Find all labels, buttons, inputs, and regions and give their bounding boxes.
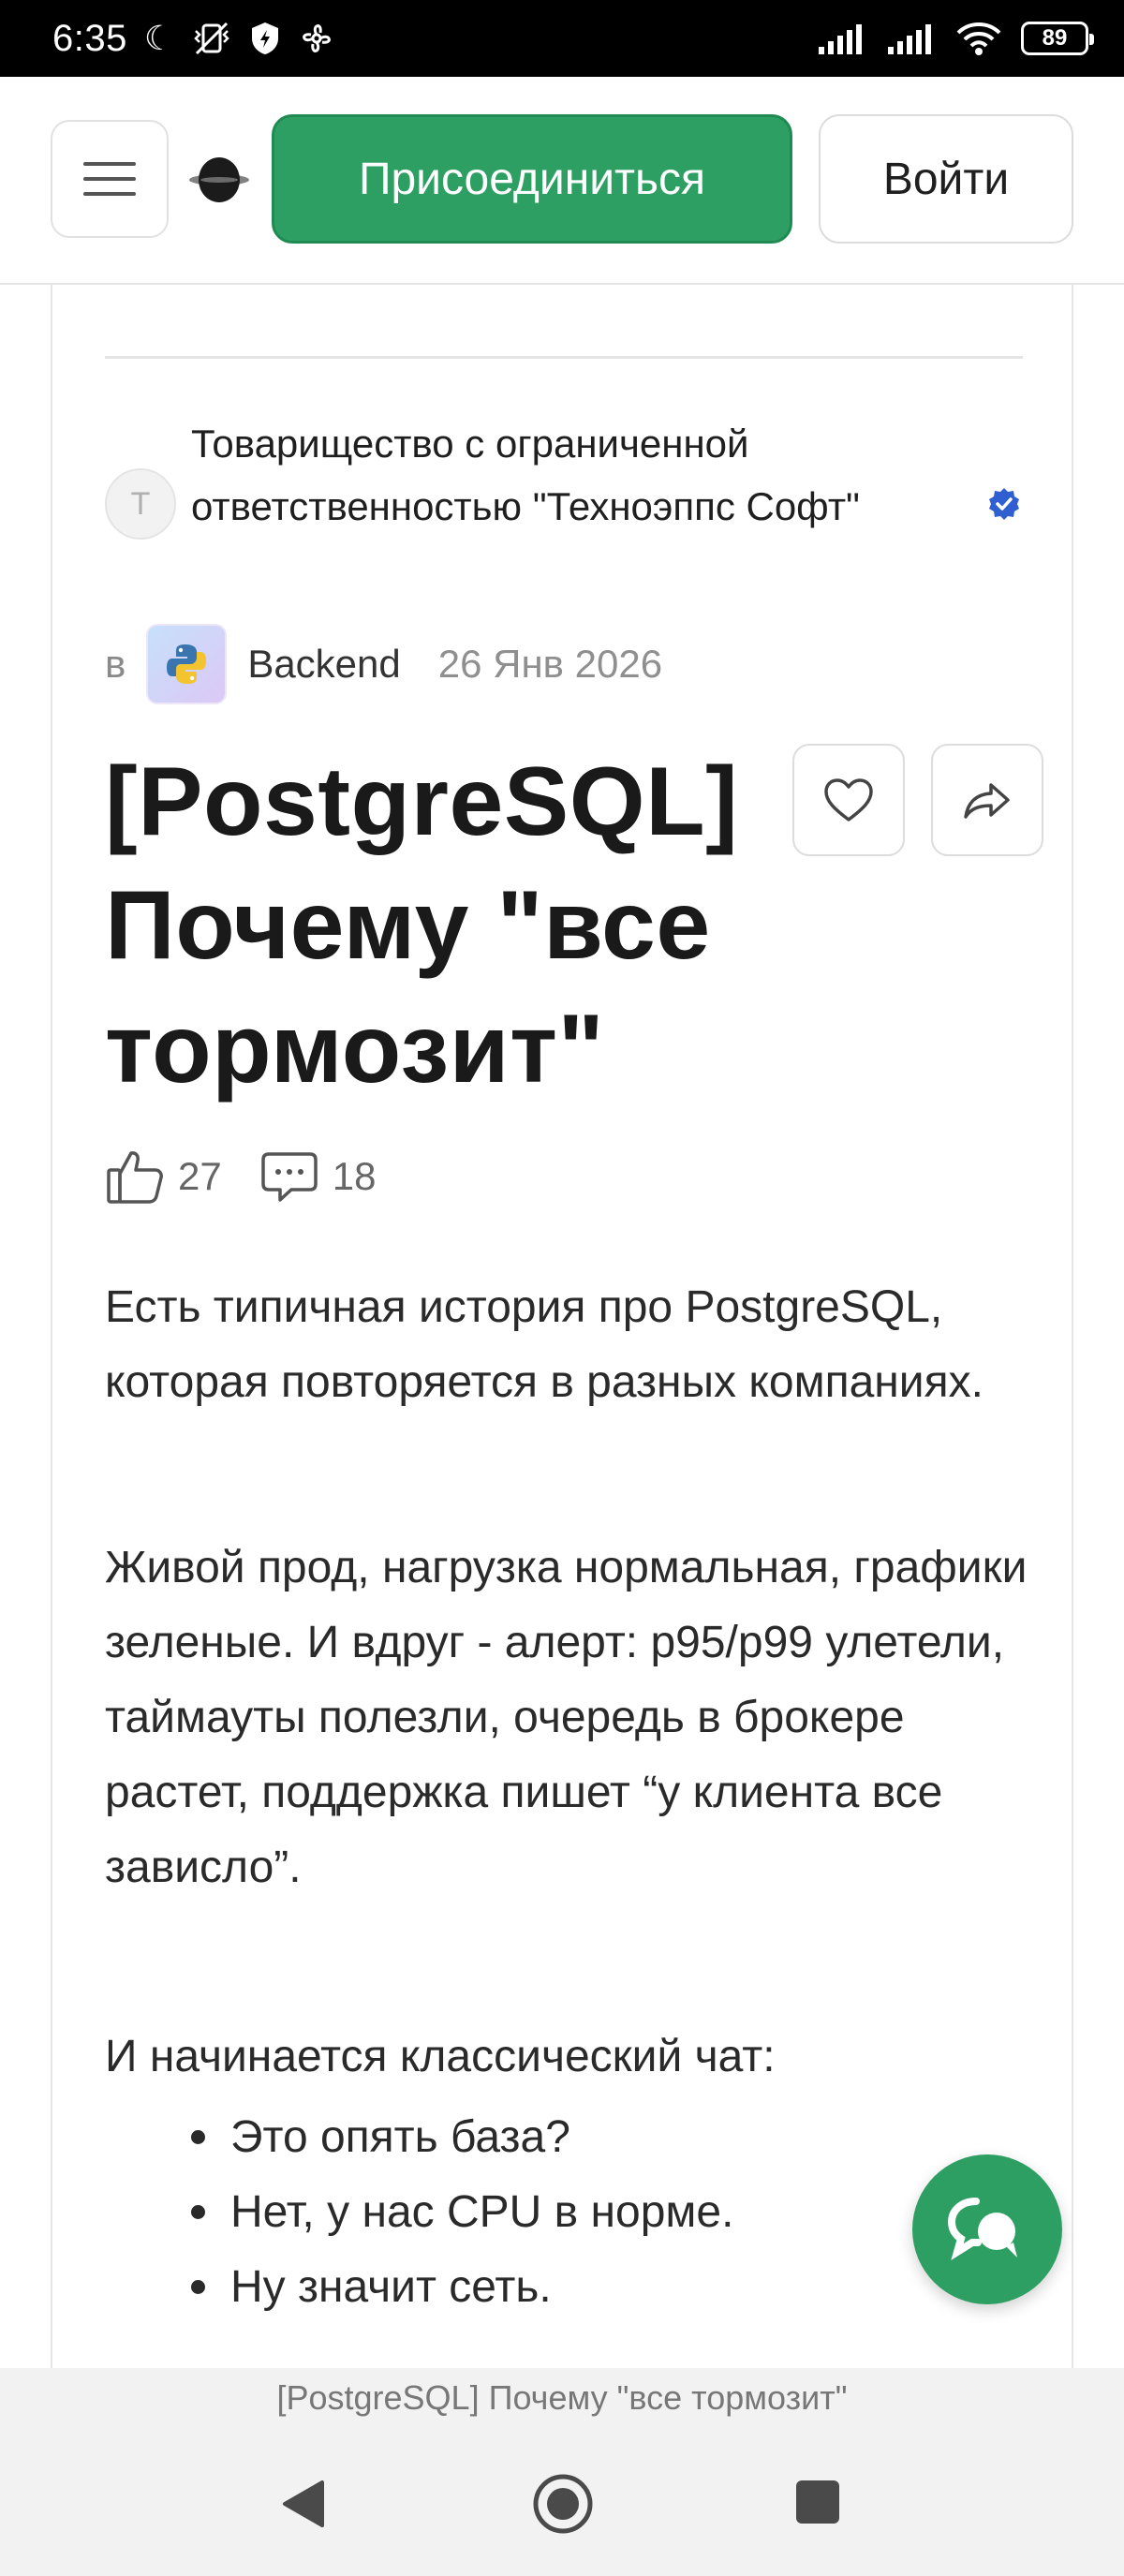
site-header: Присоединиться Войти [0,77,1124,285]
article-paragraph: Есть типичная история про PostgreSQL, ко… [105,1282,984,1407]
home-icon[interactable] [532,2473,594,2535]
share-button[interactable] [931,744,1043,856]
meta-in-label: в [105,642,126,686]
status-time: 6:35 [52,17,127,59]
python-logo-icon [167,644,207,684]
verified-badge-icon [989,488,1019,520]
publication-date: 26 Янв 2026 [437,642,663,686]
hub-link[interactable]: Backend [247,642,400,687]
chat-button[interactable] [912,2154,1062,2304]
hamburger-menu-icon [83,162,136,196]
join-button[interactable]: Присоединиться [272,114,792,244]
system-navigation-bar [0,2428,1124,2576]
heart-icon [824,778,873,822]
list-item: Ну значит сеть. [191,2250,1036,2325]
article-meta: в Backend 26 Янв 2026 [105,622,662,706]
comments-count: 18 [332,1154,377,1198]
likes-count: 27 [178,1154,222,1198]
login-button[interactable]: Войти [819,114,1073,244]
status-bar: 6:35 ☾ 89 [0,0,1124,77]
python-icon[interactable] [146,624,228,704]
author-avatar[interactable]: Т [105,468,176,540]
moon-icon: ☾ [143,19,175,57]
share-arrow-icon [964,783,1010,819]
article-card: Т Товарищество с ограниченной ответствен… [51,285,1073,2368]
vibrate-off-icon [194,22,229,55]
browser-tab-title: [PostgreSQL] Почему "все тормозит" [0,2368,1124,2428]
favorite-button[interactable] [792,744,905,856]
list-item: Это опять база? [191,2100,1036,2175]
fan-icon [303,24,331,52]
article-paragraph: И начинается классический чат: [105,2032,776,2081]
author-name[interactable]: Товарищество с ограниченной ответственно… [191,412,959,538]
signal-icon [819,24,862,54]
habr-logo-icon[interactable] [187,152,251,208]
status-right: 89 [817,21,1094,56]
menu-button[interactable] [51,120,169,238]
article-paragraph: Живой прод, нагрузка нормальная, графики… [105,1543,1028,1892]
wifi-icon [956,22,1001,55]
article-stats: 27 18 [105,1139,413,1214]
signal-icon-2 [888,24,931,54]
comment-bubble-icon[interactable] [259,1148,319,1205]
back-icon[interactable] [277,2477,330,2531]
shield-icon [252,22,279,54]
thumbs-up-icon[interactable] [105,1147,165,1206]
recents-icon[interactable] [794,2479,841,2525]
battery-indicator: 89 [1021,22,1094,55]
status-left: 6:35 ☾ [52,18,335,60]
article-title: [PostgreSQL] Почему "все тормозит" [105,748,739,1103]
divider [105,356,1023,359]
chat-icon [948,2198,1017,2260]
